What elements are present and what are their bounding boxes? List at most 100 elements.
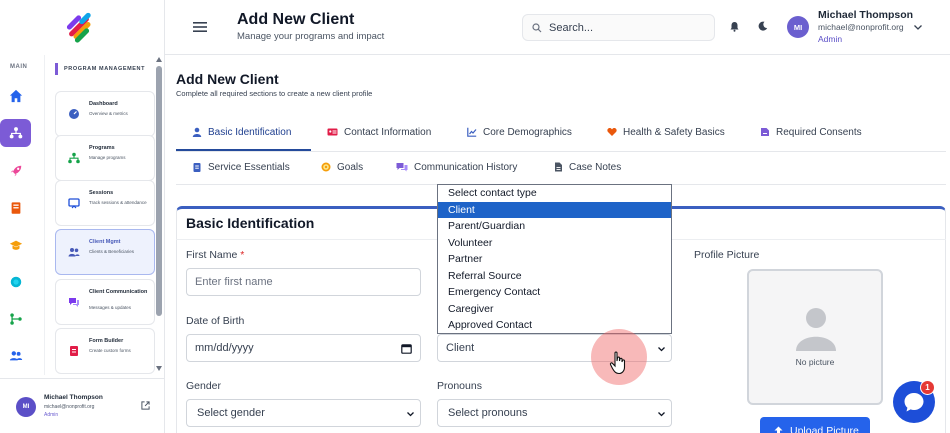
tab-core-demographics[interactable]: Core Demographics: [467, 122, 572, 142]
sidebar-divider: [164, 0, 165, 433]
hamburger-menu-icon[interactable]: [193, 20, 207, 34]
user-name: Michael Thompson: [44, 394, 103, 401]
dropdown-option[interactable]: Parent/Guardian: [438, 218, 671, 234]
dob-input[interactable]: mm/dd/yyyy: [186, 334, 421, 362]
users-icon: [9, 351, 23, 361]
tab-service-essentials[interactable]: Service Essentials: [192, 157, 290, 177]
label-text: First Name: [186, 249, 238, 261]
required-marker: *: [240, 249, 245, 261]
network-icon: [68, 152, 80, 164]
pronouns-value: Select pronouns: [448, 407, 528, 419]
scroll-down-icon[interactable]: [156, 366, 162, 371]
tab-communication-history[interactable]: Communication History: [396, 157, 517, 177]
comments-icon: [69, 298, 79, 307]
first-name-placeholder: Enter first name: [195, 276, 273, 288]
rail-programs-button[interactable]: [0, 119, 31, 147]
search-input[interactable]: [549, 19, 709, 37]
tab-label: Service Essentials: [208, 161, 290, 173]
rocket-icon: [10, 165, 22, 177]
sidebar-item-title: Form Builder: [89, 338, 124, 344]
chevron-down-icon: [407, 412, 414, 417]
bell-icon[interactable]: [729, 21, 740, 32]
upload-icon: [774, 426, 783, 433]
dropdown-option[interactable]: Emergency Contact: [438, 284, 671, 300]
tab-health-safety[interactable]: Health & Safety Basics: [607, 122, 725, 142]
chevron-down-icon: [658, 412, 665, 417]
sidebar-scrollbar[interactable]: [155, 57, 163, 371]
no-picture-text: No picture: [795, 357, 835, 367]
first-name-input[interactable]: Enter first name: [186, 268, 421, 296]
rail-education-button[interactable]: [2, 231, 30, 259]
tab-label: Communication History: [414, 161, 518, 173]
dropdown-option-selected[interactable]: Client: [438, 201, 671, 218]
dropdown-option[interactable]: Partner: [438, 251, 671, 267]
user-role: Admin: [818, 34, 843, 44]
dropdown-option[interactable]: Approved Contact: [438, 317, 671, 333]
clipboard-icon: [193, 163, 201, 172]
sidebar-item-subtitle: Clients & Beneficiaries: [89, 249, 135, 254]
pronouns-select[interactable]: Select pronouns: [437, 399, 672, 427]
dropdown-option[interactable]: Caregiver: [438, 301, 671, 317]
sidebar-item-client-communication[interactable]: Client Communication Messages & updates: [55, 279, 155, 325]
gender-select[interactable]: Select gender: [186, 399, 421, 427]
profile-picture-box[interactable]: No picture: [747, 269, 883, 405]
tab-contact-information[interactable]: Contact Information: [327, 122, 431, 142]
sidebar-item-title: Dashboard: [89, 101, 118, 107]
user-placeholder-icon: [796, 308, 836, 351]
rail-book-button[interactable]: [2, 194, 30, 222]
tab-label: Basic Identification: [208, 126, 292, 138]
comments-icon: [396, 163, 408, 172]
avatar[interactable]: MI: [787, 16, 809, 38]
dropdown-option[interactable]: Volunteer: [438, 235, 671, 251]
presentation-icon: [68, 198, 80, 209]
tab-required-consents[interactable]: Required Consents: [760, 122, 862, 142]
rail-rocket-button[interactable]: [2, 157, 30, 185]
hand-cursor-icon: [609, 351, 626, 375]
network-icon: [9, 127, 22, 139]
graduation-cap-icon: [9, 240, 23, 250]
page-title: Add New Client: [176, 71, 279, 87]
rail-users-button[interactable]: [2, 342, 30, 370]
heart-icon: [607, 127, 617, 136]
chevron-down-icon[interactable]: [913, 22, 923, 32]
rail-globe-button[interactable]: [2, 268, 30, 296]
app-root: MAIN PROGRAM MANAGEMENT Dashboard Overvi…: [0, 0, 950, 433]
tab-case-notes[interactable]: Case Notes: [554, 157, 621, 177]
calendar-icon[interactable]: [401, 343, 412, 354]
tab-label: Core Demographics: [483, 126, 572, 138]
sidebar-item-client-mgmt[interactable]: Client Mgmt Clients & Beneficiaries: [55, 229, 155, 275]
rail-sitemap-button[interactable]: [2, 305, 30, 333]
tab-basic-identification[interactable]: Basic Identification: [192, 122, 291, 142]
user-name: Michael Thompson: [818, 9, 914, 21]
sidebar-item-dashboard[interactable]: Dashboard Overview & metrics: [55, 91, 155, 137]
moon-icon[interactable]: [758, 21, 768, 31]
first-name-label: First Name *: [186, 249, 244, 261]
scroll-up-icon[interactable]: [156, 57, 162, 62]
scroll-thumb[interactable]: [156, 66, 162, 316]
tab-label: Goals: [337, 161, 364, 173]
dropdown-option[interactable]: Select contact type: [438, 185, 671, 201]
dob-label: Date of Birth: [186, 315, 245, 327]
upload-label: Upload Picture: [790, 425, 859, 433]
sidebar-item-sessions[interactable]: Sessions Track sessions & attendance: [55, 180, 155, 226]
gender-label: Gender: [186, 380, 222, 392]
icon-rail: MAIN: [0, 0, 36, 433]
dropdown-option[interactable]: Referral Source: [438, 268, 671, 284]
upload-picture-button[interactable]: Upload Picture: [760, 417, 870, 433]
tabs-divider: [176, 151, 946, 152]
user-icon: [192, 127, 202, 137]
rail-home-button[interactable]: [2, 82, 30, 110]
sidebar-item-title: Programs: [89, 145, 115, 151]
tab-goals[interactable]: Goals: [321, 157, 363, 177]
section-title: Basic Identification: [186, 215, 315, 231]
book-icon: [11, 202, 21, 214]
search-box[interactable]: [522, 14, 715, 41]
sidebar-item-form-builder[interactable]: Form Builder Create custom forms: [55, 328, 155, 374]
gauge-icon: [69, 109, 79, 119]
sidebar-item-title: Client Mgmt: [89, 239, 121, 245]
external-link-icon[interactable]: [141, 401, 150, 410]
sidebar-item-programs[interactable]: Programs Manage programs: [55, 135, 155, 181]
program-sidebar: PROGRAM MANAGEMENT Dashboard Overview & …: [44, 55, 164, 375]
sidebar-user-card: MI Michael Thompson michael@nonprofit.or…: [0, 378, 165, 433]
search-icon: [532, 23, 542, 33]
